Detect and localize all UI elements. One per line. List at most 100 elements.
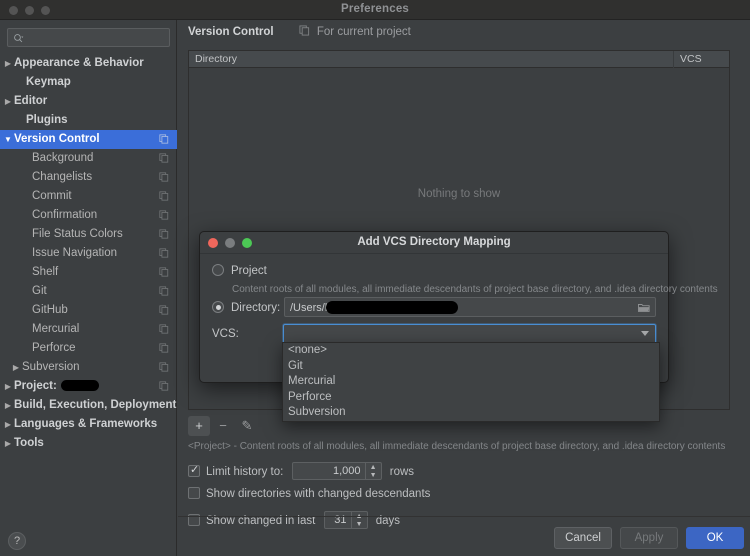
- copy-icon[interactable]: [159, 286, 169, 296]
- scope-selector[interactable]: For current project: [299, 25, 411, 38]
- sidebar-item-editor[interactable]: ▶ Editor: [0, 92, 177, 111]
- sidebar-item-github[interactable]: GitHub: [0, 301, 177, 320]
- dialog-footer: Cancel Apply OK: [178, 516, 750, 556]
- project-radio[interactable]: [212, 264, 224, 276]
- sidebar-item-shelf[interactable]: Shelf: [0, 263, 177, 282]
- sidebar-item-version-control[interactable]: ▼ Version Control: [0, 130, 177, 149]
- empty-state-message: Nothing to show: [417, 188, 501, 200]
- project-radio-row[interactable]: Project: [212, 264, 267, 277]
- directory-radio[interactable]: [212, 301, 224, 313]
- limit-history-stepper[interactable]: 1,000 ▲ ▼: [291, 462, 382, 480]
- search-container[interactable]: [7, 28, 170, 47]
- limit-history-checkbox[interactable]: [188, 463, 200, 477]
- settings-sidebar: ▶ Appearance & Behavior Keymap ▶ Editor Plugi…: [0, 20, 177, 556]
- copy-icon: [299, 25, 309, 36]
- copy-icon[interactable]: [159, 305, 169, 315]
- copy-icon[interactable]: [159, 343, 169, 353]
- sidebar-item-appearance-behavior[interactable]: ▶ Appearance & Behavior: [0, 54, 177, 73]
- directory-radio-row[interactable]: Directory:: [212, 301, 280, 314]
- chevron-right-icon[interactable]: ▶: [2, 434, 14, 453]
- copy-icon[interactable]: [159, 172, 169, 182]
- sidebar-item-label: Background: [32, 152, 94, 164]
- sidebar-item-label: Git: [32, 285, 47, 297]
- sidebar-item-label: Confirmation: [32, 209, 98, 221]
- sidebar-item-plugins[interactable]: Plugins: [0, 111, 177, 130]
- vcs-option-none[interactable]: <none>: [283, 343, 659, 359]
- directory-path-value: /Users/l: [290, 301, 459, 314]
- vcs-option-perforce[interactable]: Perforce: [283, 390, 659, 406]
- dialog-titlebar: Add VCS Directory Mapping: [200, 232, 668, 254]
- sidebar-item-label: Editor: [14, 95, 48, 107]
- column-header-directory[interactable]: Directory: [189, 51, 674, 68]
- sidebar-item-file-status-colors[interactable]: File Status Colors: [0, 225, 177, 244]
- sidebar-item-perforce[interactable]: Perforce: [0, 339, 177, 358]
- chevron-down-icon: [641, 331, 649, 336]
- copy-icon[interactable]: [159, 362, 169, 372]
- add-mapping-button[interactable]: +: [188, 416, 210, 436]
- project-radio-label: Project: [231, 265, 267, 277]
- chevron-down-icon[interactable]: ▼: [2, 130, 14, 149]
- sidebar-item-mercurial[interactable]: Mercurial: [0, 320, 177, 339]
- redacted-path-block: [326, 301, 459, 314]
- copy-icon[interactable]: [159, 134, 169, 144]
- sidebar-item-languages-frameworks[interactable]: ▶ Languages & Frameworks: [0, 415, 177, 434]
- sidebar-item-subversion[interactable]: ▶ Subversion: [0, 358, 177, 377]
- chevron-right-icon[interactable]: ▶: [10, 358, 22, 377]
- help-button[interactable]: ?: [8, 532, 26, 550]
- sidebar-item-confirmation[interactable]: Confirmation: [0, 206, 177, 225]
- show-directories-checkbox[interactable]: [188, 487, 200, 499]
- sidebar-item-label: File Status Colors: [32, 228, 123, 240]
- copy-icon[interactable]: [159, 153, 169, 163]
- redacted-project-name: [60, 380, 99, 391]
- copy-icon[interactable]: [159, 267, 169, 277]
- edit-mapping-button[interactable]: ✎: [236, 416, 258, 436]
- main-header: Version Control For current project: [188, 25, 411, 45]
- option-show-directories[interactable]: Show directories with changed descendant…: [188, 487, 430, 500]
- sidebar-item-label: Issue Navigation: [32, 247, 118, 259]
- option-limit-history[interactable]: Limit history to: 1,000 ▲▼ rows: [188, 462, 414, 480]
- sidebar-item-project[interactable]: ▶ Project:: [0, 377, 177, 396]
- sidebar-item-tools[interactable]: ▶ Tools: [0, 434, 177, 453]
- chevron-right-icon[interactable]: ▶: [2, 415, 14, 434]
- sidebar-item-label: Version Control: [14, 133, 100, 145]
- copy-icon[interactable]: [159, 324, 169, 334]
- copy-icon[interactable]: [159, 191, 169, 201]
- copy-icon[interactable]: [159, 210, 169, 220]
- vcs-option-git[interactable]: Git: [283, 359, 659, 375]
- directory-path-field[interactable]: /Users/l: [284, 297, 656, 317]
- window-titlebar: Preferences: [0, 0, 750, 20]
- copy-icon[interactable]: [159, 381, 169, 391]
- sidebar-item-commit[interactable]: Commit: [0, 187, 177, 206]
- sidebar-item-build-execution-deployment[interactable]: ▶ Build, Execution, Deployment: [0, 396, 177, 415]
- chevron-right-icon[interactable]: ▶: [2, 377, 14, 396]
- sidebar-item-git[interactable]: Git: [0, 282, 177, 301]
- sidebar-item-issue-navigation[interactable]: Issue Navigation: [0, 244, 177, 263]
- project-hint-text: <Project> - Content roots of all modules…: [188, 441, 726, 452]
- cancel-button[interactable]: Cancel: [554, 527, 612, 549]
- remove-mapping-button[interactable]: −: [212, 416, 234, 436]
- column-header-vcs[interactable]: VCS: [674, 51, 731, 68]
- ok-button[interactable]: OK: [686, 527, 744, 549]
- sidebar-item-background[interactable]: Background: [0, 149, 177, 168]
- vcs-label: VCS:: [212, 328, 239, 340]
- sidebar-item-label: Languages & Frameworks: [14, 418, 158, 430]
- stepper-arrows-icon[interactable]: ▲ ▼: [364, 463, 381, 479]
- table-header: Directory VCS: [189, 51, 729, 68]
- apply-button[interactable]: Apply: [620, 527, 678, 549]
- sidebar-item-keymap[interactable]: Keymap: [0, 73, 177, 92]
- sidebar-item-label: Subversion: [22, 361, 80, 373]
- search-input[interactable]: [29, 31, 165, 45]
- copy-icon[interactable]: [159, 229, 169, 239]
- chevron-right-icon[interactable]: ▶: [2, 92, 14, 111]
- folder-icon[interactable]: [638, 302, 650, 313]
- directory-radio-label: Directory:: [231, 302, 281, 314]
- vcs-option-mercurial[interactable]: Mercurial: [283, 374, 659, 390]
- vcs-combobox[interactable]: [283, 324, 656, 344]
- vcs-dropdown-list[interactable]: <none> Git Mercurial Perforce Subversion: [282, 342, 660, 422]
- chevron-right-icon[interactable]: ▶: [2, 396, 14, 415]
- copy-icon[interactable]: [159, 248, 169, 258]
- sidebar-item-changelists[interactable]: Changelists: [0, 168, 177, 187]
- chevron-right-icon[interactable]: ▶: [2, 54, 14, 73]
- vcs-option-subversion[interactable]: Subversion: [283, 405, 659, 421]
- sidebar-item-label: Mercurial: [32, 323, 80, 335]
